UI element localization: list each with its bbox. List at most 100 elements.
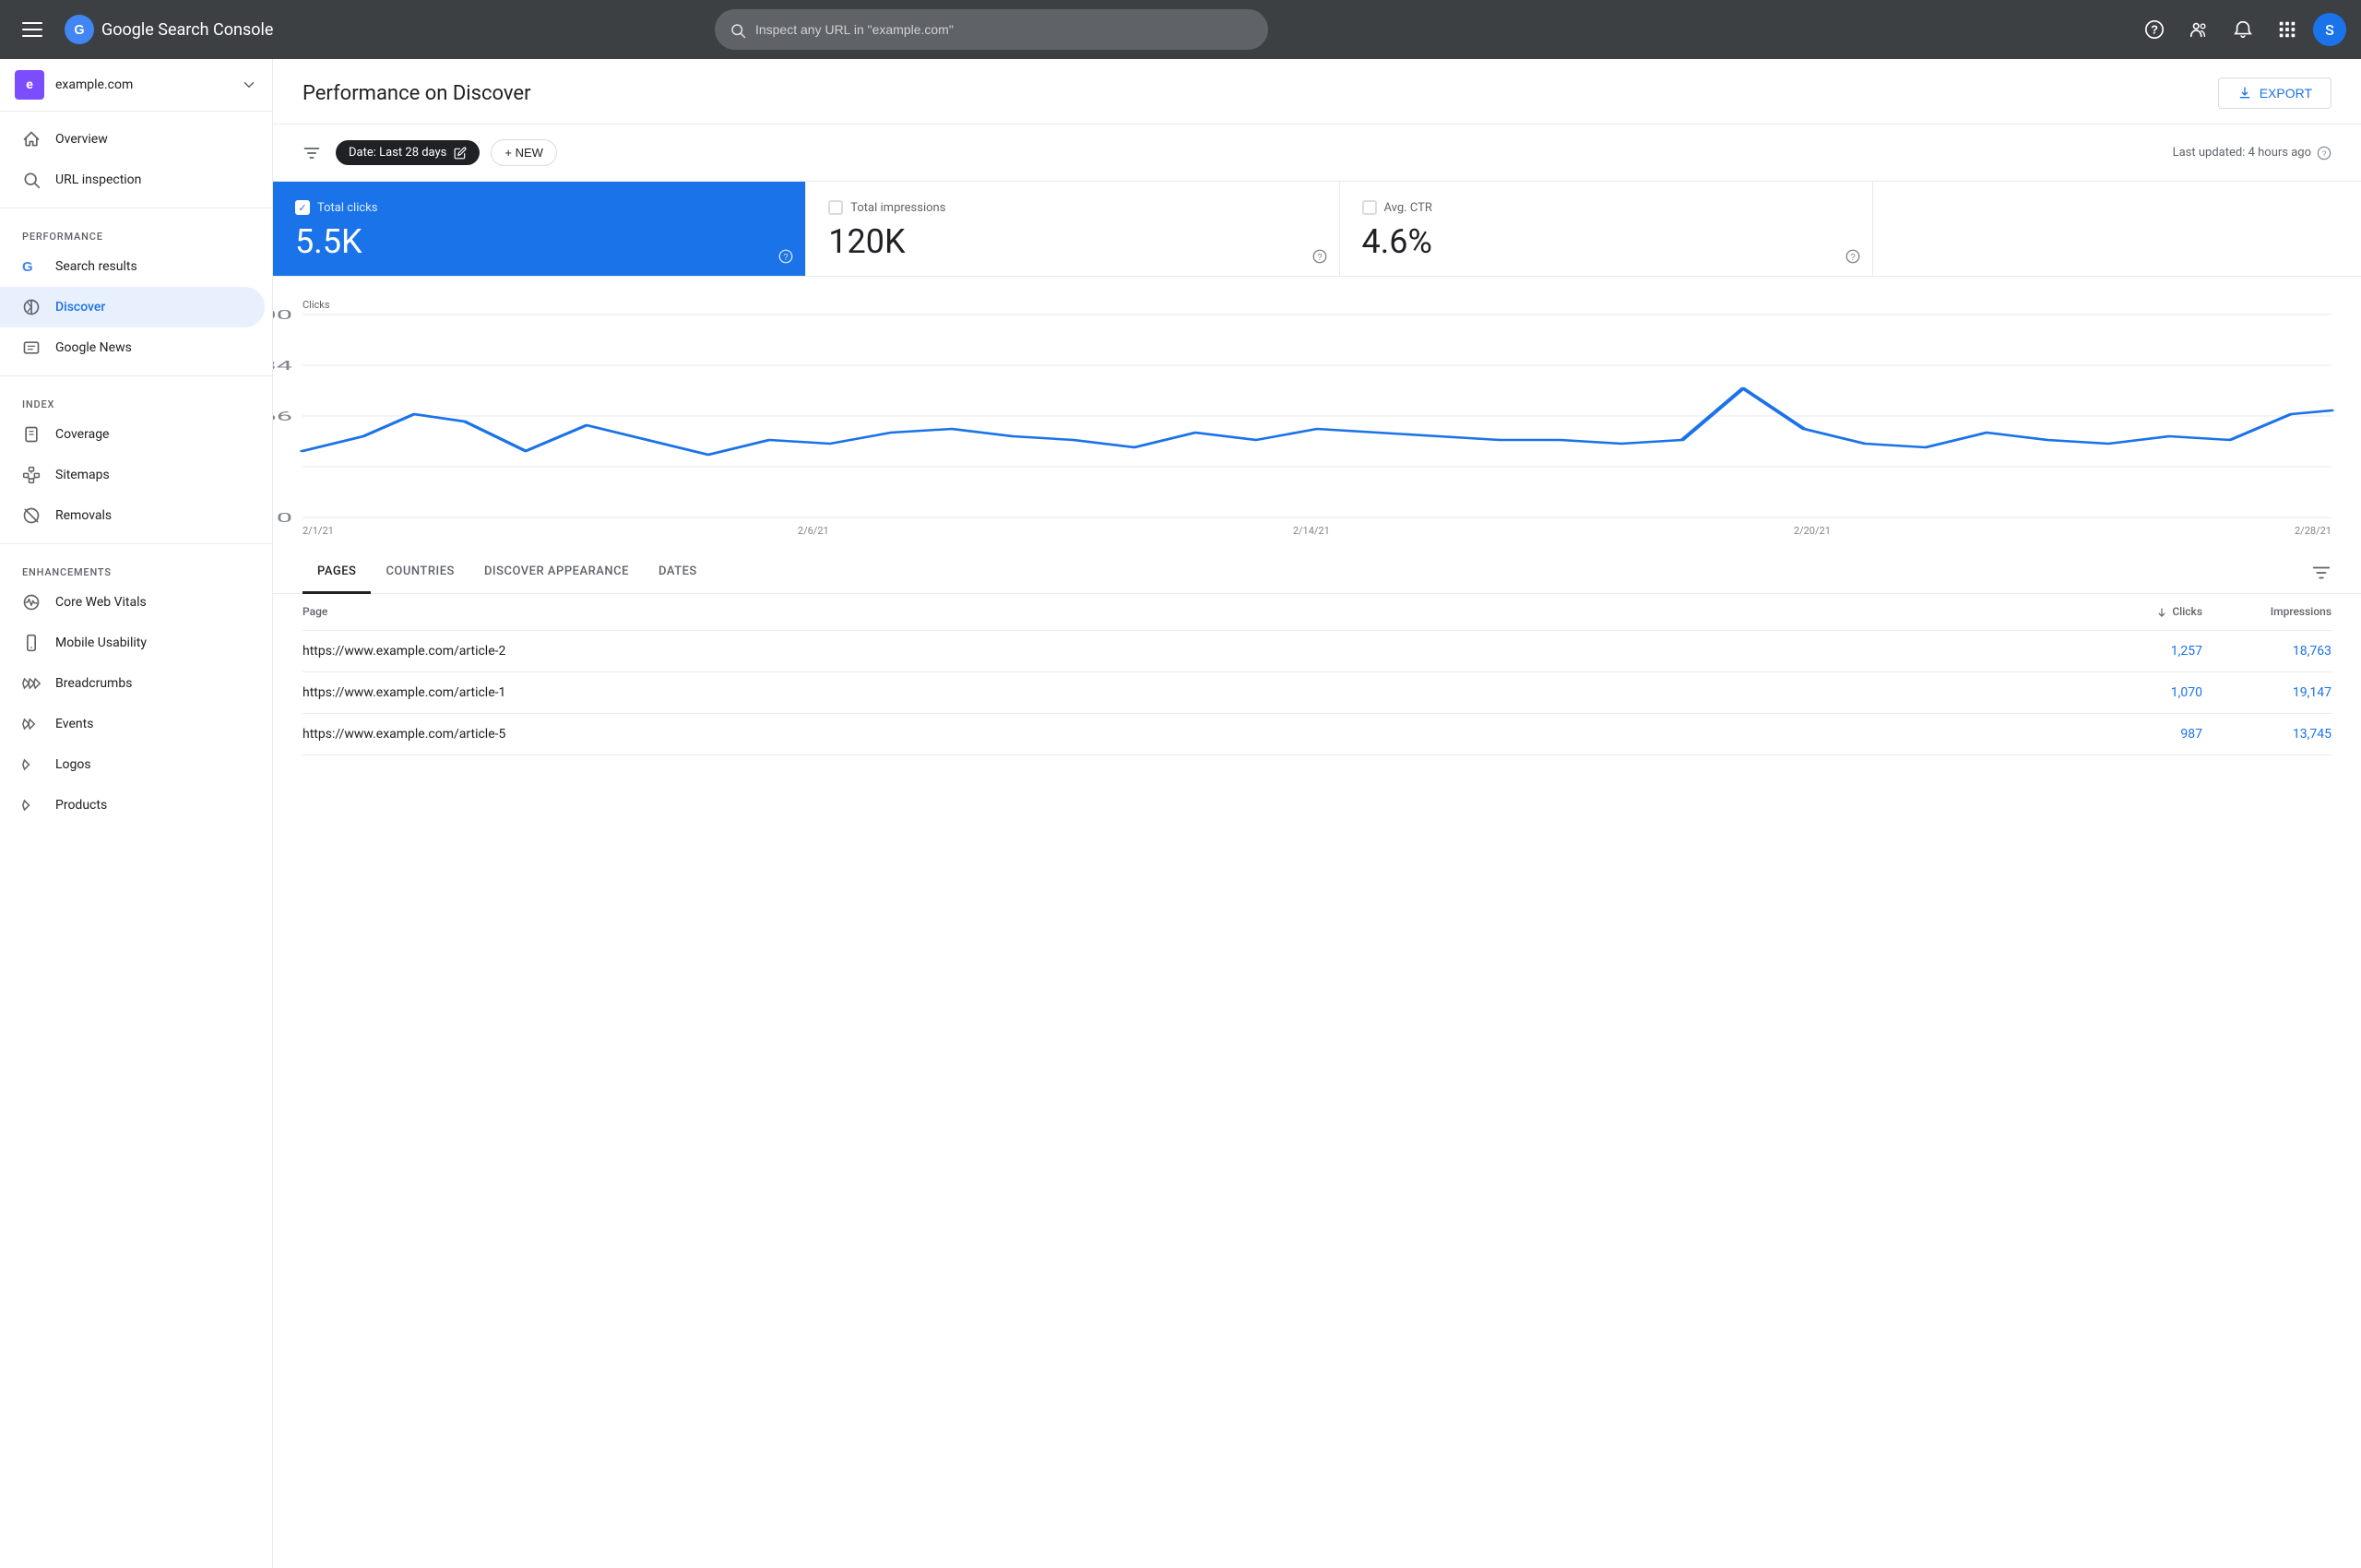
events-icon	[22, 715, 41, 733]
apps-button[interactable]	[2269, 11, 2306, 48]
coverage-icon	[22, 425, 41, 444]
tab-countries[interactable]: COUNTRIES	[371, 552, 469, 594]
svg-text:166: 166	[273, 409, 292, 423]
user-avatar[interactable]: S	[2313, 13, 2346, 46]
new-filter-button[interactable]: + NEW	[491, 139, 557, 166]
chart-x-label-2: 2/6/21	[798, 525, 829, 537]
sidebar-item-search-results[interactable]: G Search results	[0, 246, 265, 287]
svg-text:G: G	[22, 259, 33, 275]
svg-text:?: ?	[784, 253, 789, 263]
sidebar-item-sitemaps[interactable]: Sitemaps	[0, 455, 265, 495]
metric-help-impressions[interactable]: ?	[1311, 246, 1328, 265]
last-updated-help-icon[interactable]: ?	[2317, 146, 2331, 160]
property-selector[interactable]: e example.com	[0, 59, 272, 112]
cell-page-2: https://www.example.com/article-1	[303, 685, 2073, 700]
main-content: Performance on Discover EXPORT Date: Las…	[273, 59, 2361, 1568]
metric-card-total-clicks[interactable]: Total clicks 5.5K ?	[273, 182, 806, 276]
sidebar-item-coverage-label: Coverage	[55, 427, 109, 442]
sidebar-item-overview-label: Overview	[55, 132, 108, 147]
sidebar-item-coverage[interactable]: Coverage	[0, 414, 265, 455]
metric-checkbox-clicks	[295, 200, 310, 215]
last-updated-text: Last updated: 4 hours ago	[2173, 146, 2311, 160]
svg-text:334: 334	[273, 358, 292, 373]
col-impressions-header: Impressions	[2202, 605, 2331, 618]
cell-clicks-1: 1,257	[2073, 644, 2202, 659]
sidebar-item-core-web-vitals-label: Core Web Vitals	[55, 595, 147, 610]
property-icon: e	[15, 70, 44, 100]
sidebar-item-discover-label: Discover	[55, 300, 105, 315]
discover-icon	[22, 298, 41, 316]
metric-checkbox-ctr	[1362, 200, 1377, 215]
metric-help-ctr[interactable]: ?	[1845, 246, 1861, 265]
metric-card-avg-ctr[interactable]: Avg. CTR 4.6% ?	[1340, 182, 1873, 276]
table-row[interactable]: https://www.example.com/article-5 987 13…	[303, 714, 2331, 755]
url-search-bar[interactable]	[715, 9, 1268, 50]
filter-bar: Date: Last 28 days + NEW Last updated: 4…	[273, 125, 2361, 182]
svg-text:?: ?	[1317, 253, 1323, 263]
chart-area: 500 334 166 0	[303, 315, 2331, 517]
sidebar-item-overview[interactable]: Overview	[0, 119, 265, 160]
sidebar-item-breadcrumbs[interactable]: Breadcrumbs	[0, 663, 265, 704]
url-inspection-icon	[22, 171, 41, 189]
svg-text:0: 0	[277, 510, 292, 525]
chart-x-label-5: 2/28/21	[2295, 525, 2331, 537]
export-label: EXPORT	[2260, 86, 2312, 101]
sidebar-item-url-inspection[interactable]: URL inspection	[0, 160, 265, 200]
chart-container: Clicks 500 334 166 0	[273, 277, 2361, 552]
new-filter-label: + NEW	[504, 146, 543, 160]
table-row[interactable]: https://www.example.com/article-1 1,070 …	[303, 672, 2331, 714]
tab-discover-appearance[interactable]: DISCOVER APPEARANCE	[469, 552, 644, 594]
sitemaps-icon	[22, 466, 41, 484]
svg-text:G: G	[74, 23, 84, 38]
sidebar-nav: Overview URL inspection Performance G Se…	[0, 112, 272, 833]
sidebar-item-removals[interactable]: Removals	[0, 495, 265, 536]
sort-down-icon	[2155, 605, 2168, 619]
cell-page-1: https://www.example.com/article-2	[303, 644, 2073, 659]
sidebar-item-discover[interactable]: Discover	[0, 287, 265, 327]
performance-section-label: Performance	[0, 216, 272, 246]
metric-help-clicks[interactable]: ?	[777, 246, 794, 265]
tab-dates[interactable]: DATES	[644, 552, 712, 594]
chart-x-label-4: 2/20/21	[1794, 525, 1831, 537]
chart-x-label-1: 2/1/21	[303, 525, 334, 537]
news-icon	[22, 339, 41, 357]
mobile-icon	[22, 634, 41, 652]
sidebar-item-google-news[interactable]: Google News	[0, 327, 265, 368]
menu-button[interactable]	[15, 15, 50, 44]
app-layout: e example.com Overview URL inspection	[0, 59, 2361, 1568]
notifications-button[interactable]	[2225, 11, 2261, 48]
breadcrumbs-icon	[22, 674, 41, 693]
sidebar-item-core-web-vitals[interactable]: Core Web Vitals	[0, 582, 265, 623]
cell-clicks-3: 987	[2073, 727, 2202, 742]
cell-impressions-2: 19,147	[2202, 685, 2331, 700]
sidebar-item-logos[interactable]: Logos	[0, 744, 265, 785]
tab-filter-icon[interactable]	[2311, 563, 2331, 583]
cell-clicks-2: 1,070	[2073, 685, 2202, 700]
sidebar: e example.com Overview URL inspection	[0, 59, 273, 1568]
app-name: Google Search Console	[101, 20, 273, 40]
sidebar-item-events[interactable]: Events	[0, 704, 265, 744]
tab-pages[interactable]: PAGES	[303, 552, 371, 594]
tabs-container: PAGES COUNTRIES DISCOVER APPEARANCE DATE…	[273, 552, 2361, 594]
edit-icon	[454, 147, 467, 160]
metric-label-impressions: Total impressions	[850, 201, 945, 215]
table-row[interactable]: https://www.example.com/article-2 1,257 …	[303, 631, 2331, 672]
sidebar-item-logos-label: Logos	[55, 757, 91, 772]
app-logo: G Google Search Console	[65, 15, 273, 44]
top-nav: G Google Search Console ? S	[0, 0, 2361, 59]
sidebar-item-mobile-usability[interactable]: Mobile Usability	[0, 623, 265, 663]
search-input[interactable]	[755, 22, 1253, 37]
logos-icon	[22, 755, 41, 774]
help-button[interactable]: ?	[2136, 11, 2173, 48]
filter-icon	[303, 144, 321, 162]
sidebar-item-mobile-usability-label: Mobile Usability	[55, 636, 147, 650]
date-filter-chip[interactable]: Date: Last 28 days	[336, 140, 480, 165]
metric-card-total-impressions[interactable]: Total impressions 120K ?	[806, 182, 1339, 276]
chart-y-label: Clicks	[303, 299, 2331, 311]
export-button[interactable]: EXPORT	[2218, 77, 2331, 109]
page-header: Performance on Discover EXPORT	[273, 59, 2361, 125]
sidebar-item-products[interactable]: Products	[0, 785, 265, 826]
property-name: example.com	[55, 77, 230, 92]
people-button[interactable]	[2180, 11, 2217, 48]
chart-svg: 500 334 166 0	[303, 315, 2331, 517]
